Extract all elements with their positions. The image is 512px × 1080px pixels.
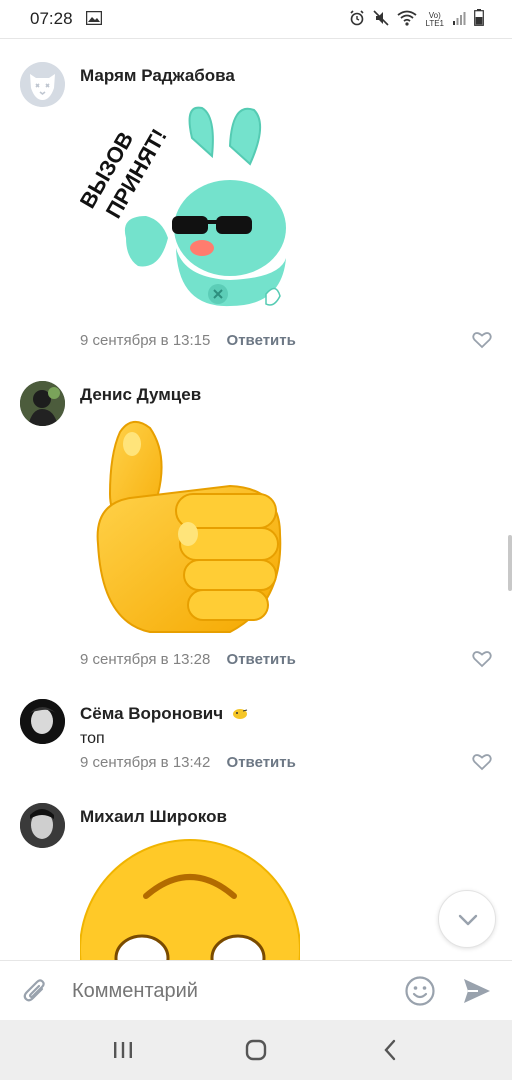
sticker-image[interactable]: ВЫЗОВ ПРИНЯТ!	[75, 98, 300, 310]
emoji-badge-icon	[232, 705, 248, 725]
gallery-icon	[85, 10, 103, 30]
avatar[interactable]	[20, 62, 65, 107]
alarm-icon	[349, 9, 365, 31]
send-icon[interactable]	[462, 977, 492, 1010]
top-divider	[0, 38, 512, 39]
signal-icon	[452, 11, 466, 30]
user-photo-icon	[20, 699, 65, 744]
battery-icon	[474, 9, 484, 31]
comment-input[interactable]	[72, 978, 382, 1004]
user-photo-icon	[20, 803, 65, 848]
comment-composer	[0, 960, 512, 1020]
comment-author[interactable]: Сёма Воронович	[80, 704, 248, 725]
sticker-image[interactable]	[80, 838, 300, 960]
comment-author[interactable]: Денис Думцев	[80, 385, 201, 405]
avatar[interactable]	[20, 381, 65, 426]
sticker-image[interactable]	[80, 414, 290, 636]
like-heart-icon[interactable]	[472, 753, 492, 771]
avatar[interactable]	[20, 803, 65, 848]
comment-date: 9 сентября в 13:28	[80, 651, 211, 668]
comment-meta: 9 сентября в 13:28 Ответить	[80, 651, 296, 668]
status-bar: 07:28 Vo) LTE1	[0, 0, 512, 38]
reply-button[interactable]: Ответить	[227, 332, 296, 349]
scrollbar-thumb[interactable]	[508, 535, 512, 591]
comment-author[interactable]: Михаил Широков	[80, 807, 227, 827]
attach-paperclip-icon[interactable]	[22, 977, 48, 1010]
mute-icon	[373, 9, 390, 31]
system-nav-bar	[0, 1020, 512, 1080]
user-photo-icon	[20, 381, 65, 426]
network-type-label: Vo) LTE1	[425, 11, 444, 28]
comment-meta: 9 сентября в 13:42 Ответить	[80, 754, 296, 771]
recent-apps-icon[interactable]	[112, 1040, 134, 1065]
status-time: 07:28	[30, 9, 73, 28]
like-heart-icon[interactable]	[472, 650, 492, 668]
comment-author[interactable]: Марям Раджабова	[80, 66, 235, 86]
comment-date: 9 сентября в 13:15	[80, 332, 211, 349]
chevron-down-icon	[458, 913, 478, 931]
default-dog-avatar-icon	[20, 62, 65, 107]
reply-button[interactable]: Ответить	[227, 651, 296, 668]
home-icon[interactable]	[244, 1038, 268, 1067]
back-icon[interactable]	[382, 1038, 398, 1067]
like-heart-icon[interactable]	[472, 331, 492, 349]
wifi-icon	[397, 10, 418, 31]
scroll-down-button[interactable]	[438, 890, 496, 948]
comment-text: топ	[80, 730, 105, 747]
comment-meta: 9 сентября в 13:15 Ответить	[80, 332, 296, 349]
comment-date: 9 сентября в 13:42	[80, 754, 211, 771]
reply-button[interactable]: Ответить	[227, 754, 296, 771]
avatar[interactable]	[20, 699, 65, 744]
emoji-smile-icon[interactable]	[404, 975, 436, 1012]
